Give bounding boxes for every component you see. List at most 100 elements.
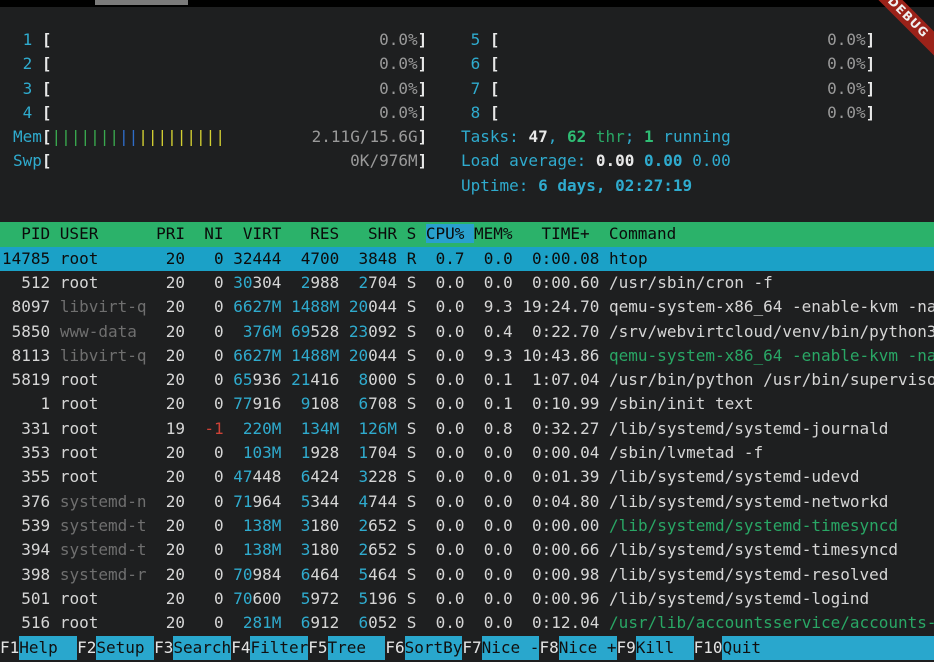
meter-label: 5 <box>461 30 490 49</box>
process-row-selected[interactable]: 14785 root 20 0 32444 4700 3848 R 0.7 0.… <box>0 247 934 271</box>
user-cell: libvirt-q <box>60 297 147 316</box>
column-header-ni[interactable]: NI <box>195 224 234 243</box>
process-row[interactable]: 331 root 19 -1 220M 134M 126M S 0.0 0.8 … <box>0 417 934 441</box>
column-header-res[interactable]: RES <box>291 224 349 243</box>
pid-cell: 5850 <box>2 322 50 341</box>
meter-close-bracket: ] <box>418 151 428 170</box>
command-cell: /usr/lib/accountsservice/accounts- <box>609 613 934 632</box>
state-cell: S <box>407 443 417 462</box>
process-row[interactable]: 8113 libvirt-q 20 0 6627M 1488M 20044 S … <box>0 344 934 368</box>
pri-cell: 20 <box>156 394 185 413</box>
column-header-time[interactable]: TIME+ <box>522 224 599 243</box>
pri-cell: 20 <box>156 565 185 584</box>
cpu-meter-4: 4 [ 0.0%] <box>13 101 427 125</box>
process-row[interactable]: 8097 libvirt-q 20 0 6627M 1488M 20044 S … <box>0 295 934 319</box>
fkey-F5[interactable]: F5Tree <box>308 636 385 660</box>
fkey-F2[interactable]: F2Setup <box>77 636 154 660</box>
process-row[interactable]: 539 systemd-t 20 0 138M 3180 2652 S 0.0 … <box>0 514 934 538</box>
meters-right-column: 5 [ 0.0%] 6 [ 0.0%] 7 [ 0.0%] 8 [ 0.0%]T… <box>461 28 875 198</box>
time-cell: 0:04.80 <box>522 492 599 511</box>
user-cell: systemd-n <box>60 492 147 511</box>
terminal: 1 [ 0.0%] 2 [ 0.0%] 3 [ 0.0%] 4 [ 0.0%]M… <box>0 7 934 662</box>
fkey-number: F1 <box>0 636 19 660</box>
column-header-s[interactable]: S <box>407 224 426 243</box>
meter-label: 2 <box>13 54 42 73</box>
cpu-meter-6: 6 [ 0.0%] <box>461 52 875 76</box>
process-table-header[interactable]: PID USER PRI NI VIRT RES SHR S CPU% MEM%… <box>0 222 934 246</box>
pri-cell: 20 <box>156 443 185 462</box>
fkey-F4[interactable]: F4Filter <box>231 636 308 660</box>
mem-cell: 0.0 <box>474 540 513 559</box>
process-row[interactable]: 512 root 20 0 30304 2988 2704 S 0.0 0.0 … <box>0 271 934 295</box>
process-row[interactable]: 501 root 20 0 70600 5972 5196 S 0.0 0.0 … <box>0 587 934 611</box>
time-cell: 0:00.04 <box>522 443 599 462</box>
meter-open-bracket: [ <box>42 127 52 146</box>
command-cell: /lib/systemd/systemd-udevd <box>609 467 859 486</box>
ni-cell: 0 <box>195 273 224 292</box>
fkey-label: Filter <box>250 636 308 660</box>
cpu-cell: 0.0 <box>426 419 465 438</box>
virt-cell: 77916 <box>233 394 281 413</box>
time-cell: 0:00.96 <box>522 589 599 608</box>
fkey-F3[interactable]: F3Search <box>154 636 231 660</box>
mem-cell: 0.0 <box>474 467 513 486</box>
user-cell: libvirt-q <box>60 346 147 365</box>
cpu-cell: 0.0 <box>426 346 465 365</box>
res-cell: 6424 <box>291 467 339 486</box>
user-cell: root <box>60 249 147 268</box>
fkey-F6[interactable]: F6SortBy <box>385 636 462 660</box>
process-row[interactable]: 1 root 20 0 77916 9108 6708 S 0.0 0.1 0:… <box>0 392 934 416</box>
process-row[interactable]: 355 root 20 0 47448 6424 3228 S 0.0 0.0 … <box>0 465 934 489</box>
meter-close-bracket: ] <box>866 103 876 122</box>
mem-cell: 0.0 <box>474 249 513 268</box>
meter-close-bracket: ] <box>418 30 428 49</box>
column-header-pri[interactable]: PRI <box>156 224 195 243</box>
fkey-label: Help <box>19 636 77 660</box>
fkey-F7[interactable]: F7Nice - <box>462 636 539 660</box>
command-cell: qemu-system-x86_64 -enable-kvm -na <box>609 346 934 365</box>
column-header-command[interactable]: Command <box>599 224 676 243</box>
column-header-virt[interactable]: VIRT <box>233 224 291 243</box>
res-cell: 1928 <box>291 443 339 462</box>
ni-cell: 0 <box>195 467 224 486</box>
pid-cell: 14785 <box>2 249 50 268</box>
cpu-meter-2: 2 [ 0.0%] <box>13 52 427 76</box>
cpu-cell: 0.0 <box>426 467 465 486</box>
process-row[interactable]: 394 systemd-t 20 0 138M 3180 2652 S 0.0 … <box>0 538 934 562</box>
shr-cell: 2704 <box>349 273 397 292</box>
state-cell: S <box>407 613 417 632</box>
summary-line: Tasks: 47, 62 thr; 1 running <box>461 125 875 149</box>
pid-cell: 512 <box>2 273 50 292</box>
mem-cell: 0.0 <box>474 565 513 584</box>
process-row[interactable]: 5819 root 20 0 65936 21416 8000 S 0.0 0.… <box>0 368 934 392</box>
fkey-F1[interactable]: F1Help <box>0 636 77 660</box>
res-cell: 5972 <box>291 589 339 608</box>
fkey-number: F7 <box>462 636 481 660</box>
process-row[interactable]: 376 systemd-n 20 0 71964 5344 4744 S 0.0… <box>0 490 934 514</box>
column-header-shr[interactable]: SHR <box>349 224 407 243</box>
fkey-F9[interactable]: F9Kill <box>617 636 694 660</box>
cpu-cell: 0.0 <box>426 297 465 316</box>
column-header-mem[interactable]: MEM% <box>474 224 522 243</box>
shr-cell: 126M <box>349 419 397 438</box>
column-header-cpu[interactable]: CPU% <box>426 224 474 243</box>
meter-label: Swp <box>13 151 42 170</box>
shr-cell: 20044 <box>349 297 397 316</box>
process-row[interactable]: 5850 www-data 20 0 376M 69528 23092 S 0.… <box>0 320 934 344</box>
process-row[interactable]: 398 systemd-r 20 0 70984 6464 5464 S 0.0… <box>0 563 934 587</box>
shr-cell: 6708 <box>349 394 397 413</box>
process-row[interactable]: 516 root 20 0 281M 6912 6052 S 0.0 0.0 0… <box>0 611 934 635</box>
fkey-F10[interactable]: F10Quit <box>694 636 781 660</box>
column-header-user[interactable]: USER <box>60 224 156 243</box>
pri-cell: 20 <box>156 249 185 268</box>
fkey-F8[interactable]: F8Nice + <box>539 636 616 660</box>
meter-open-bracket: [ <box>490 54 500 73</box>
command-cell: /srv/webvirtcloud/venv/bin/python3 <box>609 322 934 341</box>
pri-cell: 20 <box>156 346 185 365</box>
pri-cell: 20 <box>156 467 185 486</box>
virt-cell: 220M <box>233 419 281 438</box>
pid-cell: 353 <box>2 443 50 462</box>
column-header-pid[interactable]: PID <box>2 224 60 243</box>
virt-cell: 103M <box>233 443 281 462</box>
process-row[interactable]: 353 root 20 0 103M 1928 1704 S 0.0 0.0 0… <box>0 441 934 465</box>
